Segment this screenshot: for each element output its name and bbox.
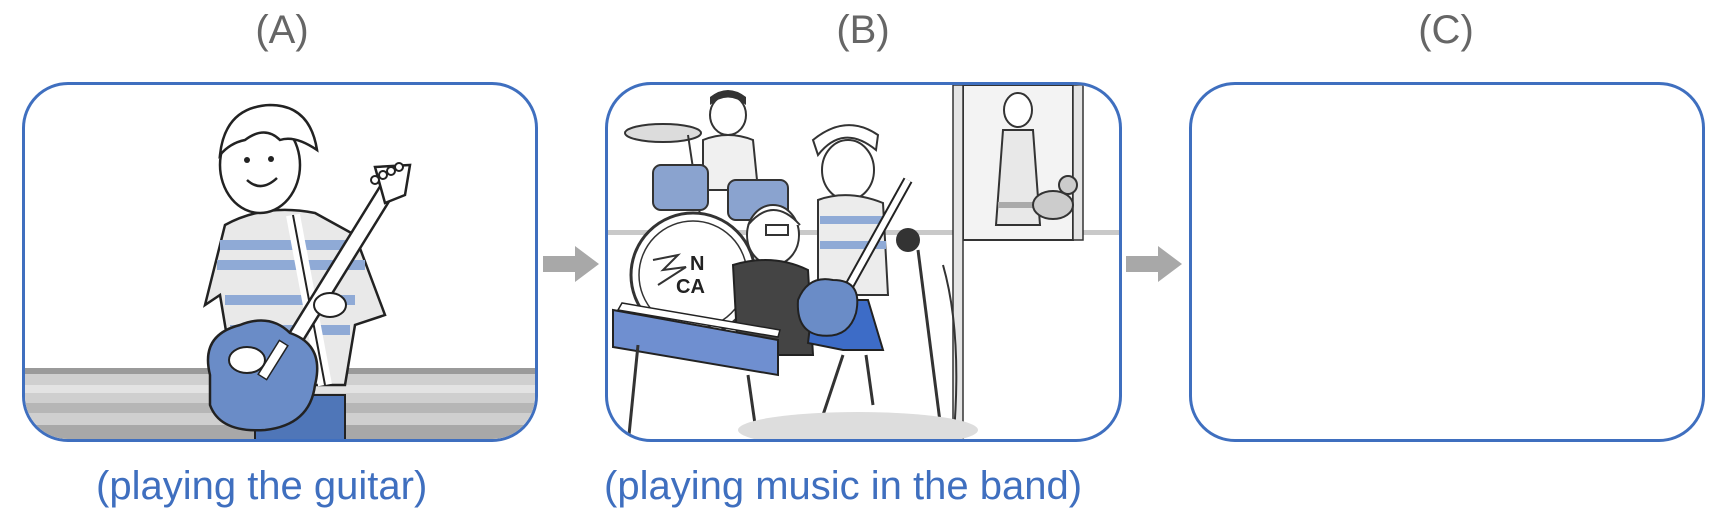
boy-playing-guitar-illustration <box>25 103 535 439</box>
panel-b-caption: (playing music in the band) <box>604 464 1083 508</box>
band-playing-illustration: N CA <box>608 85 1119 439</box>
panel-a <box>22 82 538 442</box>
panel-c-empty <box>1189 82 1705 442</box>
panel-b-letter: (B) <box>836 8 890 52</box>
panel-a-letter: (A) <box>255 8 309 52</box>
arrow-right-icon <box>543 246 599 282</box>
panel-b: N CA <box>605 82 1122 442</box>
arrow-right-icon <box>1126 246 1182 282</box>
panel-c-letter: (C) <box>1418 8 1474 52</box>
panel-a-caption: (playing the guitar) <box>96 464 428 508</box>
svg-text:N: N <box>690 253 704 275</box>
svg-text:CA: CA <box>676 276 705 298</box>
